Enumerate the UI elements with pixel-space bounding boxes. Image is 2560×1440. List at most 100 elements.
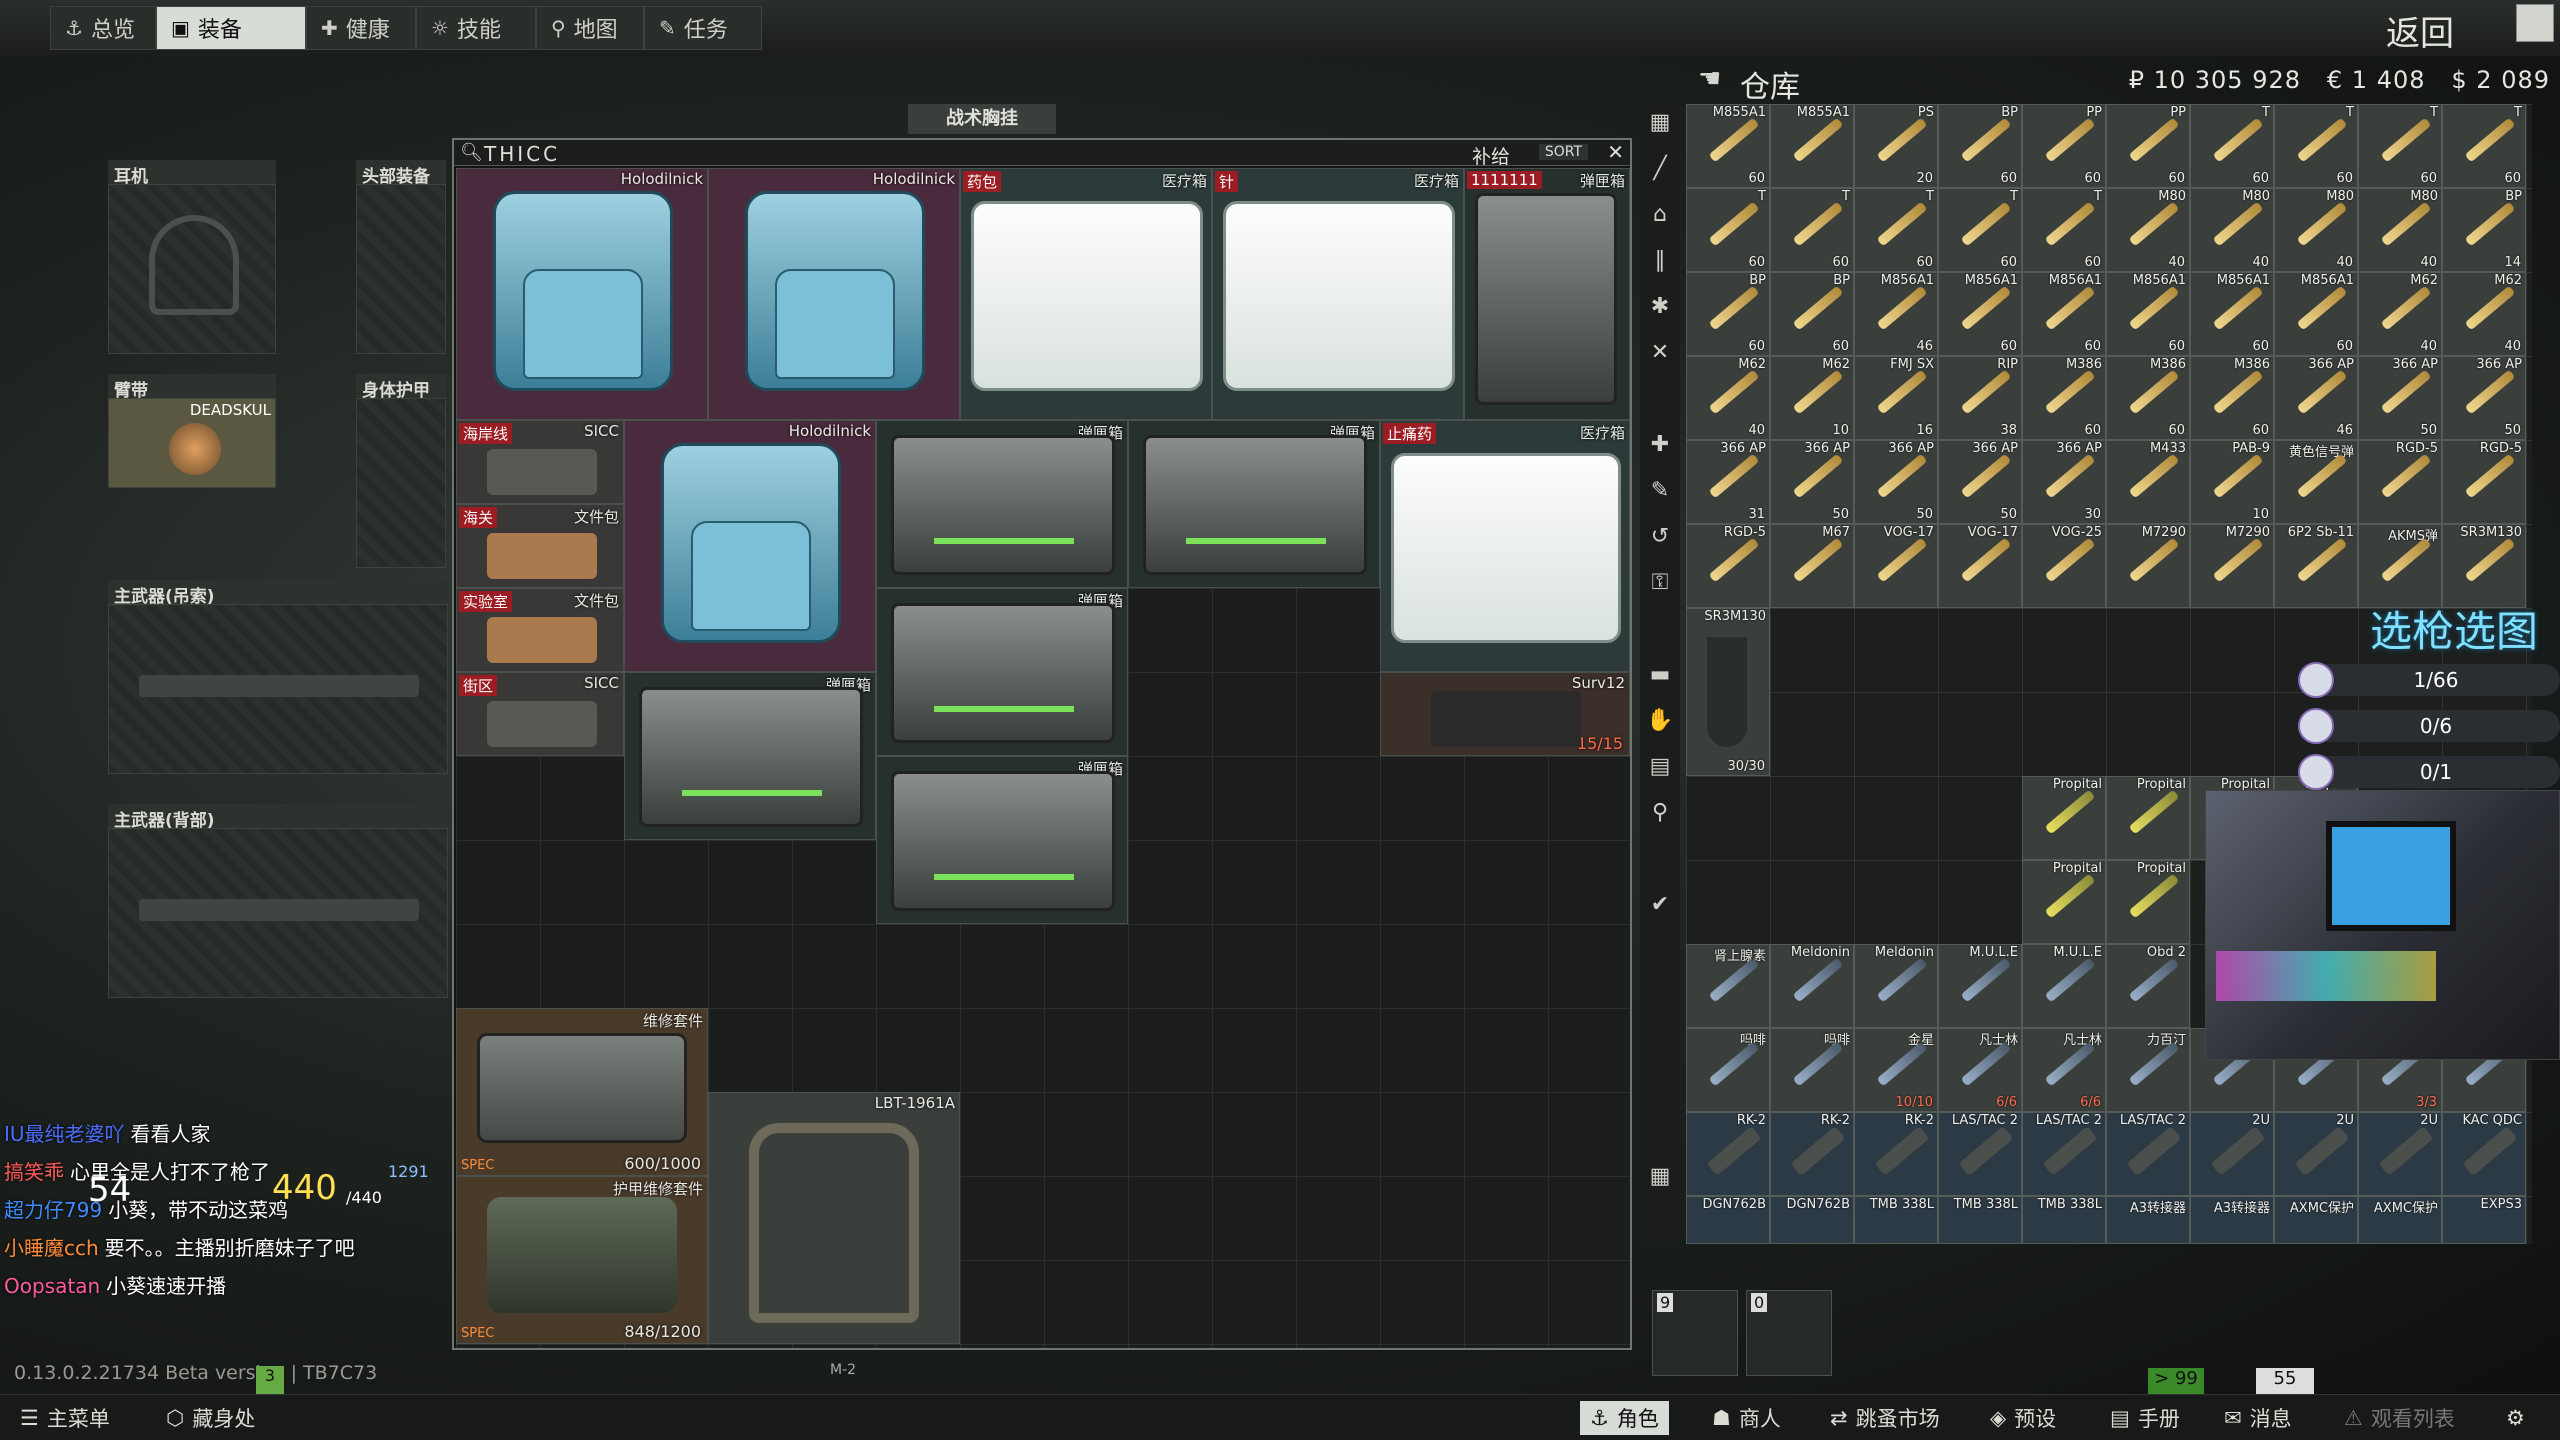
online-counter[interactable]: > 99 bbox=[2148, 1368, 2204, 1394]
ammo-item[interactable]: M856A1 60 bbox=[2190, 272, 2274, 356]
primary-sling-slot[interactable] bbox=[108, 604, 448, 774]
tab-health[interactable]: ✚ 健康 bbox=[306, 6, 416, 50]
mod-item[interactable]: RK-2 bbox=[1770, 1112, 1854, 1196]
ammo-item[interactable]: VOG-17 bbox=[1854, 524, 1938, 608]
ammo-item[interactable]: M62 40 bbox=[1686, 356, 1770, 440]
window-header[interactable]: 🔍︎ THICC 补给 SORT ✕ bbox=[454, 140, 1630, 169]
medicine-case[interactable]: 止痛药 医疗箱 bbox=[1380, 420, 1630, 672]
ammo-item[interactable]: M80 40 bbox=[2274, 188, 2358, 272]
ammo-item[interactable]: T 60 bbox=[2190, 104, 2274, 188]
gloves-filter-icon[interactable]: ✋ bbox=[1646, 708, 1674, 736]
tab-gear[interactable]: ▣ 装备 bbox=[156, 6, 306, 50]
mod-item[interactable]: A3转接器 bbox=[2106, 1196, 2190, 1244]
grid-toggle-icon[interactable]: ▦ bbox=[1646, 1164, 1674, 1192]
magazine-case[interactable]: 弹匣箱 bbox=[624, 672, 876, 840]
ammo-item[interactable]: T 60 bbox=[1686, 188, 1770, 272]
notification-icon[interactable] bbox=[2516, 4, 2554, 42]
pocket-slot[interactable]: 0 bbox=[1746, 1290, 1832, 1376]
settings-button[interactable]: ⚙ bbox=[2506, 1401, 2525, 1435]
keys-filter-icon[interactable]: ⚿ bbox=[1646, 570, 1674, 598]
messages-button[interactable]: ✉ 消息 bbox=[2224, 1401, 2292, 1435]
mod-item[interactable]: A3转接器 bbox=[2190, 1196, 2274, 1244]
stim-item[interactable]: 吗啡 bbox=[1770, 1028, 1854, 1112]
ammo-item[interactable]: BP 60 bbox=[1770, 272, 1854, 356]
tools-filter-icon[interactable]: ⚲ bbox=[1646, 800, 1674, 828]
flea-market-button[interactable]: ⇄ 跳蚤市场 bbox=[1830, 1401, 1940, 1435]
stim-item[interactable]: Meldonin bbox=[1770, 944, 1854, 1028]
mod-item[interactable]: LAS/TAC 2 bbox=[1938, 1112, 2022, 1196]
mod-item[interactable]: DGN762B bbox=[1686, 1196, 1770, 1244]
tab-overview[interactable]: ⚓ 总览 bbox=[50, 6, 156, 50]
documents-case[interactable]: 海关 文件包 bbox=[456, 504, 624, 588]
weapons-filter-icon[interactable]: ╱ bbox=[1646, 156, 1674, 184]
headwear-slot[interactable] bbox=[356, 184, 446, 354]
mod-item[interactable]: 2U bbox=[2274, 1112, 2358, 1196]
ammo-item[interactable]: VOG-25 bbox=[2022, 524, 2106, 608]
mod-item[interactable]: TMB 338L bbox=[1854, 1196, 1938, 1244]
magazine-case[interactable]: 弹匣箱 bbox=[876, 756, 1128, 924]
ammo-item[interactable]: M80 40 bbox=[2106, 188, 2190, 272]
ammo-item[interactable]: T 60 bbox=[2022, 188, 2106, 272]
ammo-item[interactable]: 6P2 Sb-11 bbox=[2274, 524, 2358, 608]
ammo-item[interactable]: RGD-5 bbox=[2358, 440, 2442, 524]
ammo-item[interactable]: M386 60 bbox=[2106, 356, 2190, 440]
mod-item[interactable]: EXPS3 bbox=[2442, 1196, 2526, 1244]
gear-filter-icon[interactable]: ⌂ bbox=[1646, 202, 1674, 230]
ammo-item[interactable]: PS 20 bbox=[1854, 104, 1938, 188]
ammo-item[interactable]: T 60 bbox=[2274, 104, 2358, 188]
stim-item[interactable]: M.U.L.E bbox=[2022, 944, 2106, 1028]
stim-item[interactable]: 金星 10/10 bbox=[1854, 1028, 1938, 1112]
injector-item[interactable]: Propital bbox=[2022, 776, 2106, 860]
ammo-item[interactable]: PP 60 bbox=[2106, 104, 2190, 188]
back-button[interactable]: 返回 bbox=[2386, 6, 2454, 55]
ammo-item[interactable]: M856A1 60 bbox=[2274, 272, 2358, 356]
all-items-filter-icon[interactable]: ▦ bbox=[1646, 110, 1674, 138]
sort-button[interactable]: SORT bbox=[1538, 144, 1588, 160]
mod-item[interactable]: RK-2 bbox=[1686, 1112, 1770, 1196]
holodilnick-case[interactable]: Holodilnick bbox=[624, 420, 876, 672]
ammo-item[interactable]: T 60 bbox=[1938, 188, 2022, 272]
stim-item[interactable]: Obd 2 bbox=[2106, 944, 2190, 1028]
tab-map[interactable]: ⚲ 地图 bbox=[536, 6, 644, 50]
survival-kit[interactable]: Surv12 15/15 bbox=[1380, 672, 1630, 756]
ammo-item[interactable]: M386 60 bbox=[2190, 356, 2274, 440]
ammo-item[interactable]: M855A1 bbox=[1770, 104, 1854, 188]
injector-item[interactable]: Propital bbox=[2022, 860, 2106, 944]
holodilnick-case[interactable]: Holodilnick bbox=[708, 168, 960, 420]
friends-counter[interactable]: 55 bbox=[2256, 1368, 2314, 1394]
body-armor-slot[interactable] bbox=[356, 398, 446, 568]
holodilnick-case[interactable]: Holodilnick bbox=[456, 168, 708, 420]
repair-filter-icon[interactable]: ↺ bbox=[1646, 524, 1674, 552]
ammo-item[interactable]: BP 60 bbox=[1938, 104, 2022, 188]
mod-item[interactable]: 2U bbox=[2358, 1112, 2442, 1196]
ammo-filter-icon[interactable]: ∥ bbox=[1646, 248, 1674, 276]
stim-item[interactable]: M.U.L.E bbox=[1938, 944, 2022, 1028]
mod-item[interactable]: LAS/TAC 2 bbox=[2106, 1112, 2190, 1196]
armband-slot[interactable]: DEADSKUL bbox=[108, 398, 276, 488]
ammo-item[interactable]: M433 bbox=[2106, 440, 2190, 524]
mod-item[interactable]: TMB 338L bbox=[1938, 1196, 2022, 1244]
restock-button[interactable]: 补给 bbox=[1472, 142, 1510, 169]
handbook-button[interactable]: ▤ 手册 bbox=[2110, 1401, 2180, 1435]
sicc-case[interactable]: 海岸线 SICC bbox=[456, 420, 624, 504]
ammo-item[interactable]: VOG-17 bbox=[1938, 524, 2022, 608]
mod-item[interactable]: 2U bbox=[2190, 1112, 2274, 1196]
ammo-item[interactable]: T 60 bbox=[1770, 188, 1854, 272]
ammo-item[interactable]: M856A1 60 bbox=[2022, 272, 2106, 356]
ammo-item[interactable]: 366 AP 50 bbox=[1854, 440, 1938, 524]
hideout-button[interactable]: ⬡ 藏身处 bbox=[166, 1401, 255, 1435]
meds-filter-icon[interactable]: ✚ bbox=[1646, 432, 1674, 460]
ammo-item[interactable]: M856A1 60 bbox=[1938, 272, 2022, 356]
ammo-item[interactable]: T 60 bbox=[2442, 104, 2526, 188]
ammo-item[interactable]: M62 40 bbox=[2358, 272, 2442, 356]
ammo-item[interactable]: PAB-9 10 bbox=[2190, 440, 2274, 524]
sicc-case[interactable]: 街区 SICC bbox=[456, 672, 624, 756]
ammo-item[interactable]: M856A1 60 bbox=[2106, 272, 2190, 356]
tab-tasks[interactable]: ✎ 任务 bbox=[644, 6, 762, 50]
stim-item[interactable]: 凡士林 6/6 bbox=[1938, 1028, 2022, 1112]
magazine-case[interactable]: 1111111 弹匣箱 bbox=[1464, 168, 1630, 420]
stim-item[interactable]: Meldonin bbox=[1854, 944, 1938, 1028]
ammo-item[interactable]: M62 40 bbox=[2442, 272, 2526, 356]
ammo-item[interactable]: M80 40 bbox=[2358, 188, 2442, 272]
ammo-item[interactable]: M855A1 60 bbox=[1686, 104, 1770, 188]
